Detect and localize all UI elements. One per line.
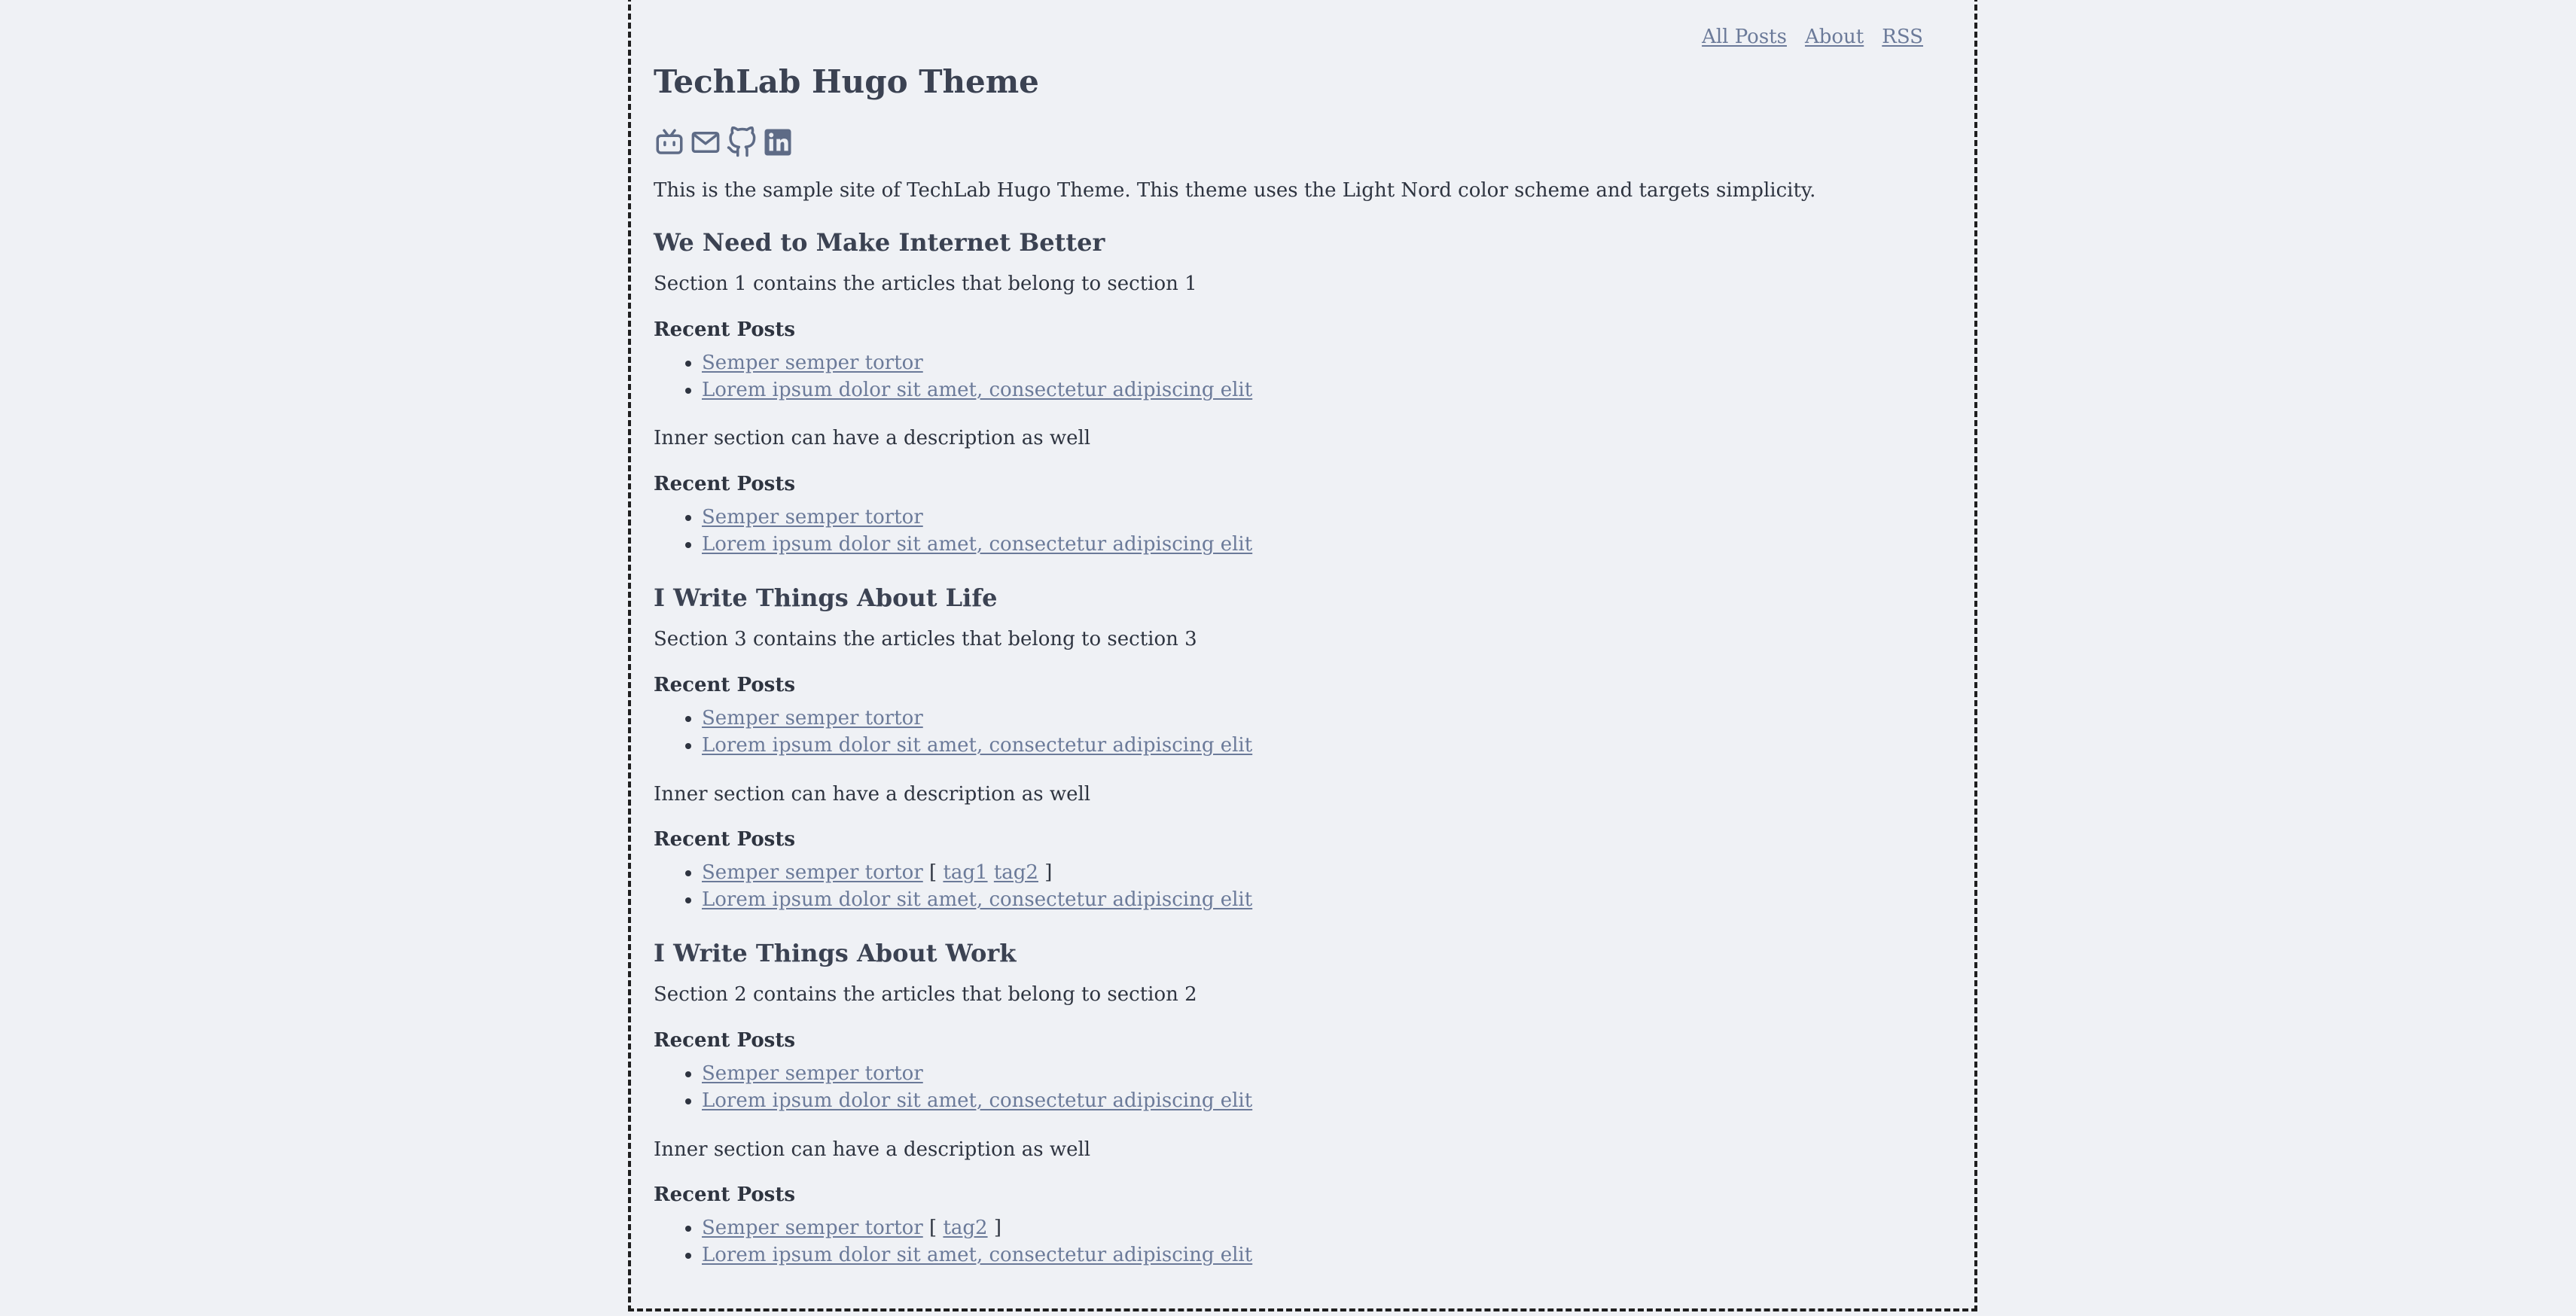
github-icon[interactable] xyxy=(726,126,758,158)
tag-link[interactable]: tag1 xyxy=(943,861,987,884)
social-links xyxy=(654,126,794,158)
list-item: Semper semper tortor [ tag2 ] xyxy=(702,1214,1252,1241)
recent-posts-heading: Recent Posts xyxy=(654,1029,795,1052)
tag-bracket-close: ] xyxy=(993,1217,1001,1239)
top-nav: All Posts About RSS xyxy=(1702,26,1923,48)
post-link[interactable]: Semper semper tortor xyxy=(702,707,923,730)
mail-icon[interactable] xyxy=(690,126,721,158)
bilibili-icon[interactable] xyxy=(654,126,685,158)
post-link[interactable]: Semper semper tortor xyxy=(702,352,923,374)
recent-posts-list: Semper semper tortor Lorem ipsum dolor s… xyxy=(654,349,1252,404)
nav-rss[interactable]: RSS xyxy=(1882,26,1923,48)
post-link[interactable]: Lorem ipsum dolor sit amet, consectetur … xyxy=(702,379,1252,401)
list-item: Lorem ipsum dolor sit amet, consectetur … xyxy=(702,886,1252,913)
post-link[interactable]: Lorem ipsum dolor sit amet, consectetur … xyxy=(702,1089,1252,1112)
section-title[interactable]: I Write Things About Life xyxy=(654,583,997,612)
site-title: TechLab Hugo Theme xyxy=(654,63,1039,100)
list-item: Semper semper tortor [ tag1 tag2 ] xyxy=(702,859,1252,886)
post-link[interactable]: Lorem ipsum dolor sit amet, consectetur … xyxy=(702,734,1252,757)
recent-posts-heading: Recent Posts xyxy=(654,828,795,851)
recent-posts-list: Semper semper tortor [ tag2 ] Lorem ipsu… xyxy=(654,1214,1252,1269)
page-frame: All Posts About RSS TechLab Hugo Theme T… xyxy=(628,0,1977,1311)
post-link[interactable]: Lorem ipsum dolor sit amet, consectetur … xyxy=(702,1244,1252,1266)
recent-posts-list: Semper semper tortor [ tag1 tag2 ] Lorem… xyxy=(654,859,1252,913)
recent-posts-list: Semper semper tortor Lorem ipsum dolor s… xyxy=(654,1060,1252,1114)
post-link[interactable]: Semper semper tortor xyxy=(702,1062,923,1085)
nav-about[interactable]: About xyxy=(1805,26,1864,48)
site-intro: This is the sample site of TechLab Hugo … xyxy=(654,179,1816,202)
list-item: Lorem ipsum dolor sit amet, consectetur … xyxy=(702,1241,1252,1269)
list-item: Semper semper tortor xyxy=(702,349,1252,376)
recent-posts-list: Semper semper tortor Lorem ipsum dolor s… xyxy=(654,504,1252,558)
post-link[interactable]: Lorem ipsum dolor sit amet, consectetur … xyxy=(702,533,1252,556)
tag-bracket-close: ] xyxy=(1044,861,1053,884)
list-item: Semper semper tortor xyxy=(702,705,1252,732)
recent-posts-list: Semper semper tortor Lorem ipsum dolor s… xyxy=(654,705,1252,759)
tag-link[interactable]: tag2 xyxy=(943,1217,987,1239)
tag-link[interactable]: tag2 xyxy=(994,861,1038,884)
tag-bracket-open: [ xyxy=(929,861,937,884)
post-link[interactable]: Semper semper tortor xyxy=(702,1217,923,1239)
section-description: Section 2 contains the articles that bel… xyxy=(654,983,1197,1006)
post-link[interactable]: Semper semper tortor xyxy=(702,861,923,884)
linkedin-icon[interactable] xyxy=(762,126,794,158)
list-item: Semper semper tortor xyxy=(702,504,1252,531)
recent-posts-heading: Recent Posts xyxy=(654,674,795,696)
recent-posts-heading: Recent Posts xyxy=(654,1183,795,1206)
post-link[interactable]: Lorem ipsum dolor sit amet, consectetur … xyxy=(702,888,1252,911)
section-title[interactable]: We Need to Make Internet Better xyxy=(654,228,1105,257)
inner-section-description: Inner section can have a description as … xyxy=(654,1138,1091,1161)
recent-posts-heading: Recent Posts xyxy=(654,318,795,341)
nav-all-posts[interactable]: All Posts xyxy=(1702,26,1787,48)
post-link[interactable]: Semper semper tortor xyxy=(702,506,923,529)
list-item: Lorem ipsum dolor sit amet, consectetur … xyxy=(702,531,1252,558)
tag-bracket-open: [ xyxy=(929,1217,937,1239)
inner-section-description: Inner section can have a description as … xyxy=(654,783,1091,806)
list-item: Lorem ipsum dolor sit amet, consectetur … xyxy=(702,376,1252,404)
section-description: Section 3 contains the articles that bel… xyxy=(654,628,1197,650)
list-item: Semper semper tortor xyxy=(702,1060,1252,1087)
section-description: Section 1 contains the articles that bel… xyxy=(654,273,1197,295)
inner-section-description: Inner section can have a description as … xyxy=(654,427,1091,449)
section-title[interactable]: I Write Things About Work xyxy=(654,939,1016,967)
list-item: Lorem ipsum dolor sit amet, consectetur … xyxy=(702,1087,1252,1114)
recent-posts-heading: Recent Posts xyxy=(654,473,795,495)
list-item: Lorem ipsum dolor sit amet, consectetur … xyxy=(702,732,1252,759)
